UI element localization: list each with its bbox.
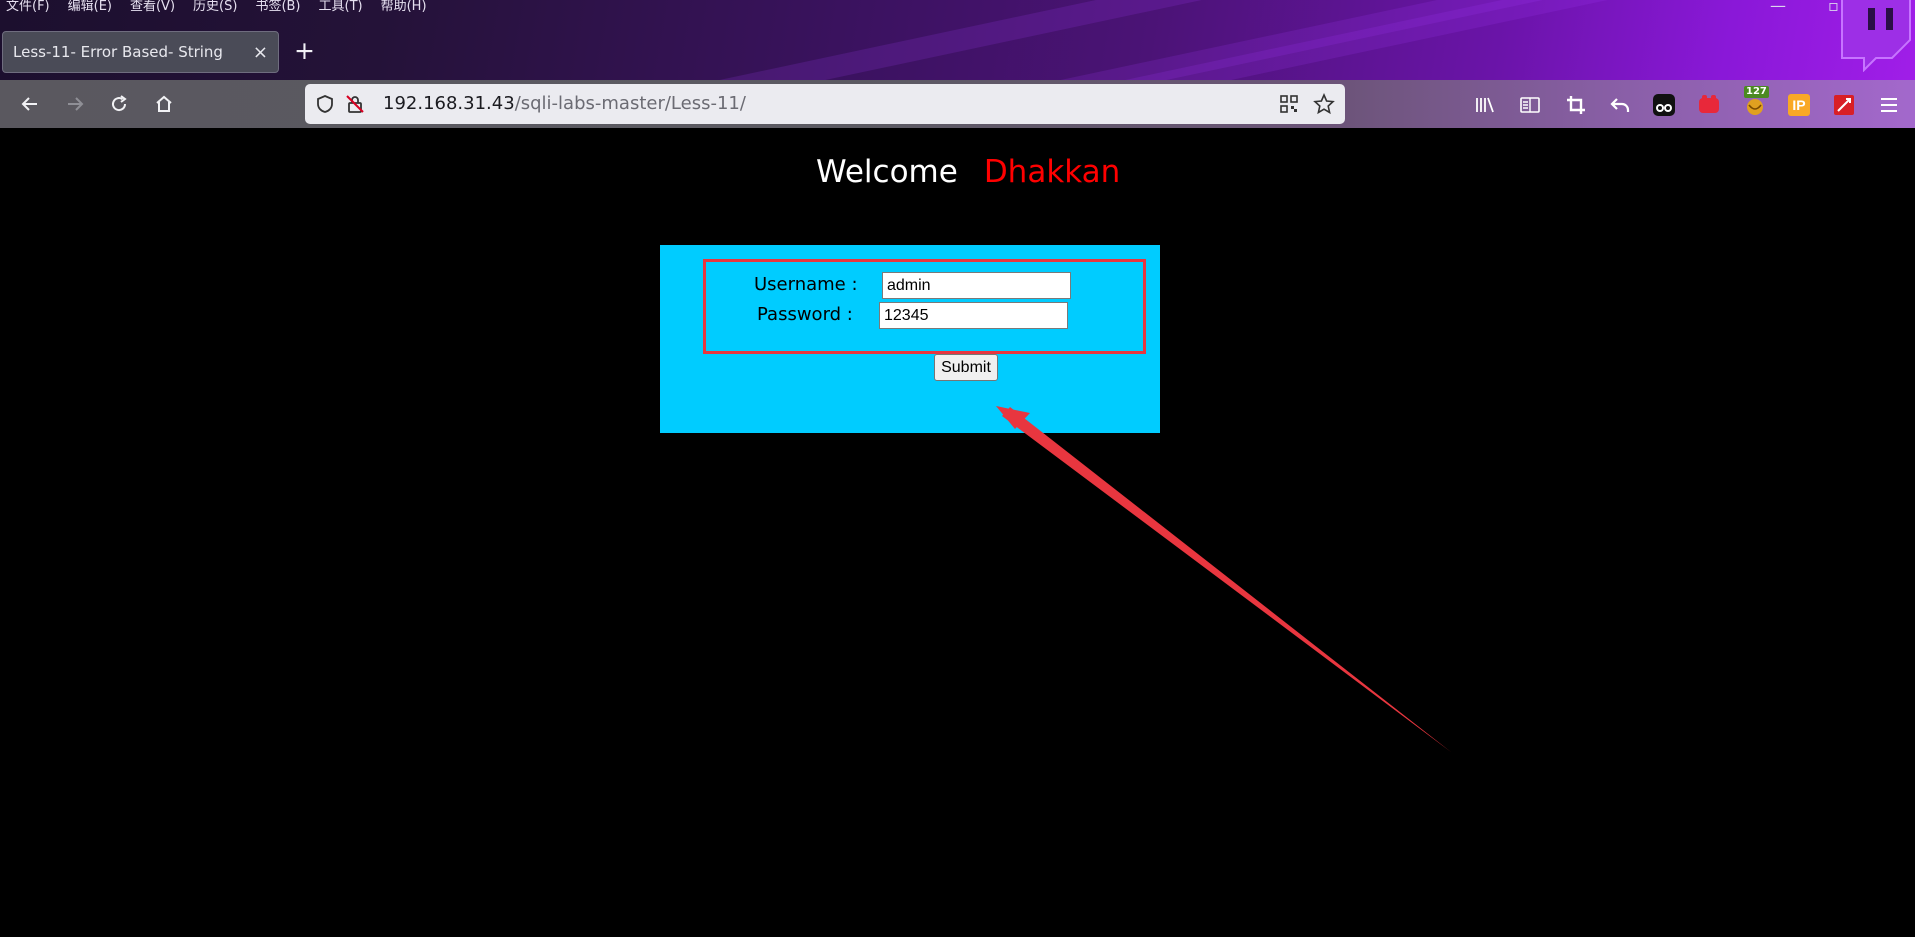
- forward-button[interactable]: [59, 88, 91, 120]
- tab-active[interactable]: Less-11- Error Based- String ×: [2, 31, 279, 73]
- ip-label: IP: [1788, 94, 1810, 116]
- extension-badge-count: 127: [1744, 86, 1769, 98]
- ip-extension-icon[interactable]: IP: [1786, 92, 1812, 118]
- decorative-stripe: [1107, 0, 1915, 80]
- library-icon[interactable]: [1472, 92, 1498, 118]
- page-content: Welcome Dhakkan Username : admin Password…: [0, 128, 1915, 937]
- url-path: /sqli-labs-master/Less-11/: [514, 93, 746, 114]
- reload-button[interactable]: [103, 88, 135, 120]
- menu-edit[interactable]: 编辑(E): [68, 0, 112, 14]
- tampermonkey-icon[interactable]: [1651, 92, 1677, 118]
- extension-red-icon[interactable]: [1696, 92, 1722, 118]
- menubar: 文件(F) 编辑(E) 查看(V) 历史(S) 书签(B) 工具(T) 帮助(H…: [6, 0, 427, 14]
- hackbar-icon[interactable]: [1831, 92, 1857, 118]
- screenshot-crop-icon[interactable]: [1563, 92, 1589, 118]
- forward-arrow-icon: [68, 97, 84, 111]
- reader-view-icon[interactable]: [1517, 92, 1543, 118]
- reload-icon: [112, 95, 127, 112]
- menu-view[interactable]: 查看(V): [130, 0, 175, 14]
- bookmark-star-icon[interactable]: [1313, 93, 1335, 115]
- twitch-logo-icon: [1841, 0, 1911, 72]
- menu-bookmarks[interactable]: 书签(B): [255, 0, 300, 14]
- menu-icon[interactable]: [1876, 92, 1902, 118]
- back-arrow-icon: [21, 97, 37, 111]
- address-bar[interactable]: 192.168.31.43/sqli-labs-master/Less-11/: [305, 84, 1345, 124]
- menu-file[interactable]: 文件(F): [6, 0, 50, 14]
- insecure-lock-icon[interactable]: [345, 94, 365, 114]
- home-icon: [156, 95, 172, 112]
- qr-code-icon[interactable]: [1279, 94, 1299, 114]
- tab-close-icon[interactable]: ×: [253, 42, 268, 63]
- menu-tools[interactable]: 工具(T): [319, 0, 363, 14]
- new-tab-button[interactable]: +: [294, 36, 315, 66]
- browser-titlebar: 文件(F) 编辑(E) 查看(V) 历史(S) 书签(B) 工具(T) 帮助(H…: [0, 0, 1915, 80]
- home-button[interactable]: [148, 88, 180, 120]
- tab-title: Less-11- Error Based- String: [13, 43, 223, 61]
- annotation-arrow: [996, 406, 1451, 752]
- menu-help[interactable]: 帮助(H): [381, 0, 427, 14]
- url-host: 192.168.31.43: [383, 93, 515, 114]
- url-text: 192.168.31.43/sqli-labs-master/Less-11/: [383, 93, 746, 114]
- back-button[interactable]: [14, 88, 46, 120]
- minimize-button[interactable]: —: [1770, 0, 1786, 15]
- undo-icon[interactable]: [1607, 92, 1633, 118]
- menu-history[interactable]: 历史(S): [193, 0, 237, 14]
- shield-icon[interactable]: [315, 94, 335, 114]
